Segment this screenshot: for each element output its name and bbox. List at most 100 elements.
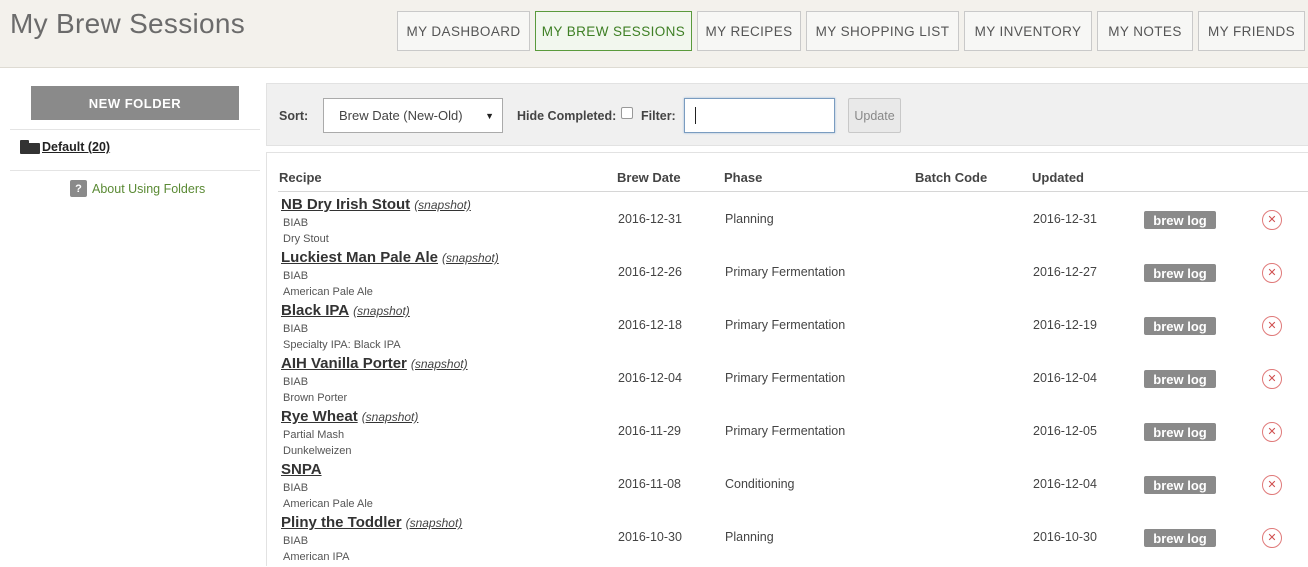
about-folders-label[interactable]: About Using Folders [92,182,205,196]
header-phase[interactable]: Phase [724,170,762,185]
table-row: Luckiest Man Pale Ale (snapshot) BIAB Ame… [267,249,1307,302]
brew-log-button[interactable]: brew log [1144,476,1216,494]
phase: Primary Fermentation [725,371,846,385]
brew-log-button[interactable]: brew log [1144,317,1216,335]
about-folders-link[interactable]: ? About Using Folders [70,180,205,197]
snapshot-tag: (snapshot) [405,516,463,530]
recipe-link[interactable]: Rye Wheat (snapshot) [281,408,418,425]
brew-log-button[interactable]: brew log [1144,423,1216,441]
hide-completed-label: Hide Completed: [517,109,617,123]
delete-icon[interactable]: ✕ [1262,369,1282,389]
brew-date: 2016-10-30 [618,530,682,544]
snapshot-tag: (snapshot) [353,304,410,318]
phase: Primary Fermentation [725,424,846,438]
snapshot-tag: (snapshot) [414,198,471,212]
beer-style: American IPA [283,551,350,563]
tab-my-dashboard[interactable]: MY DASHBOARD [397,11,530,51]
brew-date: 2016-12-18 [618,318,682,332]
delete-icon[interactable]: ✕ [1262,316,1282,336]
tab-my-recipes[interactable]: MY RECIPES [697,11,801,51]
sort-select[interactable]: Brew Date (New-Old) ▼ [323,98,503,133]
filter-label: Filter: [641,109,676,123]
recipe-link[interactable]: SNPA [281,461,326,478]
sort-select-value: Brew Date (New-Old) [339,108,463,123]
brew-date: 2016-12-26 [618,265,682,279]
recipe-link[interactable]: AIH Vanilla Porter (snapshot) [281,355,468,372]
filter-input[interactable] [684,98,835,133]
snapshot-tag: (snapshot) [410,357,468,371]
phase: Primary Fermentation [725,318,846,332]
header-divider [278,191,1308,192]
phase: Conditioning [725,477,795,491]
table-row: Black IPA (snapshot) BIAB Specialty IPA: … [267,302,1307,355]
tab-my-brew-sessions[interactable]: MY BREW SESSIONS [535,11,692,51]
brew-method: BIAB [283,535,309,547]
page-header: My Brew Sessions MY DASHBOARD MY BREW SE… [0,0,1308,68]
updated-date: 2016-12-31 [1033,212,1097,226]
phase: Primary Fermentation [725,265,846,279]
delete-icon[interactable]: ✕ [1262,528,1282,548]
beer-style: Specialty IPA: Black IPA [283,339,401,351]
sort-label: Sort: [279,109,309,123]
brew-log-button[interactable]: brew log [1144,370,1216,388]
delete-icon[interactable]: ✕ [1262,263,1282,283]
phase: Planning [725,530,774,544]
folder-label[interactable]: Default (20) [42,140,110,154]
beer-style: Dry Stout [283,233,329,245]
divider [10,129,260,130]
dropdown-arrow-icon: ▼ [485,111,494,121]
sessions-table: Recipe Brew Date Phase Batch Code Update… [266,152,1308,566]
table-row: Rye Wheat (snapshot) Partial Mash Dunkelw… [267,408,1307,461]
sessions-toolbar: Sort: Brew Date (New-Old) ▼ Hide Complet… [266,83,1308,146]
brew-method: BIAB [283,217,309,229]
snapshot-tag: (snapshot) [361,410,419,424]
beer-style: American Pale Ale [283,498,373,510]
header-recipe[interactable]: Recipe [279,170,322,185]
hide-completed-checkbox[interactable] [621,107,633,119]
beer-style: Brown Porter [283,392,348,404]
beer-style: American Pale Ale [283,286,373,298]
recipe-link[interactable]: Black IPA (snapshot) [281,302,410,319]
brew-method: BIAB [283,376,309,388]
header-updated[interactable]: Updated [1032,170,1084,185]
brew-method: BIAB [283,482,309,494]
updated-date: 2016-12-19 [1033,318,1097,332]
brew-date: 2016-11-08 [618,477,682,491]
header-batch-code[interactable]: Batch Code [915,170,987,185]
updated-date: 2016-12-05 [1033,424,1097,438]
page-title: My Brew Sessions [10,8,246,39]
delete-icon[interactable]: ✕ [1262,210,1282,230]
brew-log-button[interactable]: brew log [1144,529,1216,547]
divider [10,170,260,171]
table-row: NB Dry Irish Stout (snapshot) BIAB Dry St… [267,196,1307,249]
recipe-link[interactable]: NB Dry Irish Stout (snapshot) [281,196,471,213]
brew-date: 2016-12-31 [618,212,682,226]
update-button[interactable]: Update [848,98,901,133]
help-icon: ? [70,180,87,197]
brew-log-button[interactable]: brew log [1144,264,1216,282]
updated-date: 2016-12-04 [1033,477,1097,491]
brew-method: Partial Mash [283,429,345,441]
brew-date: 2016-11-29 [618,424,682,438]
recipe-link[interactable]: Pliny the Toddler (snapshot) [281,514,462,531]
delete-icon[interactable]: ✕ [1262,475,1282,495]
header-brew-date[interactable]: Brew Date [617,170,681,185]
updated-date: 2016-12-04 [1033,371,1097,385]
updated-date: 2016-12-27 [1033,265,1097,279]
new-folder-button[interactable]: NEW FOLDER [31,86,239,120]
updated-date: 2016-10-30 [1033,530,1097,544]
tab-my-friends[interactable]: MY FRIENDS [1198,11,1305,51]
table-row: SNPA BIAB American Pale Ale 2016-11-08 C… [267,461,1307,514]
brew-log-button[interactable]: brew log [1144,211,1216,229]
folder-icon [20,140,40,154]
beer-style: Dunkelweizen [283,445,352,457]
folder-item-default[interactable]: Default (20) [20,140,110,154]
recipe-link[interactable]: Luckiest Man Pale Ale (snapshot) [281,249,499,266]
tab-my-notes[interactable]: MY NOTES [1097,11,1193,51]
table-row: AIH Vanilla Porter (snapshot) BIAB Brown … [267,355,1307,408]
snapshot-tag: (snapshot) [442,251,499,265]
delete-icon[interactable]: ✕ [1262,422,1282,442]
tab-my-shopping-list[interactable]: MY SHOPPING LIST [806,11,959,51]
brew-date: 2016-12-04 [618,371,682,385]
tab-my-inventory[interactable]: MY INVENTORY [964,11,1092,51]
